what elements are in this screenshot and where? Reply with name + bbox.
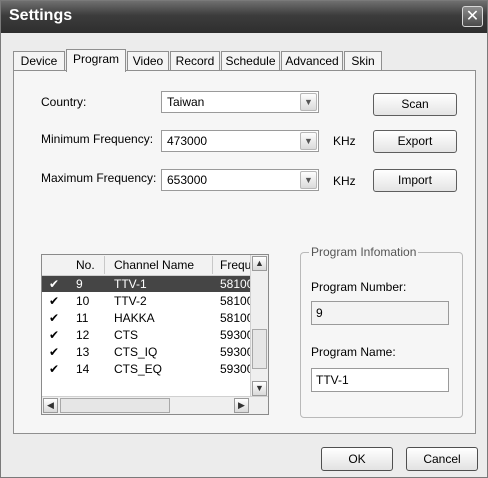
check-icon[interactable]: ✔ <box>49 311 59 325</box>
program-information-group: Program Infomation Program Number: 9 Pro… <box>300 245 463 418</box>
channel-number: 13 <box>76 345 90 359</box>
column-header-channel-name[interactable]: Channel Name <box>114 258 194 272</box>
program-name-input[interactable]: TTV-1 <box>311 368 449 392</box>
list-item[interactable]: ✔ 11 HAKKA 58100 <box>42 310 252 326</box>
chevron-down-icon[interactable]: ▼ <box>300 132 317 150</box>
max-frequency-dropdown[interactable]: 653000 ▼ <box>161 169 319 191</box>
channel-name: HAKKA <box>114 311 155 325</box>
vertical-scrollbar[interactable]: ▲ ▼ <box>250 255 268 398</box>
chevron-down-icon[interactable]: ▼ <box>300 93 317 111</box>
tab-label: Advanced <box>285 54 339 68</box>
max-frequency-label: Maximum Frequency: <box>41 171 157 185</box>
channel-number: 11 <box>76 311 89 325</box>
list-item[interactable]: ✔ 10 TTV-2 58100 <box>42 293 252 309</box>
check-icon[interactable]: ✔ <box>49 328 59 342</box>
country-label: Country: <box>41 95 87 109</box>
vertical-scroll-thumb[interactable] <box>252 329 267 369</box>
scroll-right-icon[interactable]: ▶ <box>234 398 249 413</box>
ok-button[interactable]: OK <box>321 447 393 471</box>
close-button[interactable]: ✕ <box>462 6 483 27</box>
max-frequency-unit: KHz <box>333 174 356 188</box>
country-value: Taiwan <box>167 95 205 109</box>
list-item[interactable]: ✔ 13 CTS_IQ 59300 <box>42 344 252 360</box>
scroll-up-icon[interactable]: ▲ <box>252 256 267 271</box>
tab-label: Device <box>20 54 58 68</box>
program-name-label: Program Name: <box>311 345 396 359</box>
channel-number: 12 <box>76 328 90 342</box>
list-item[interactable]: ✔ 14 CTS_EQ 59300 <box>42 361 252 377</box>
import-button[interactable]: Import <box>373 169 457 192</box>
scan-button[interactable]: Scan <box>373 93 457 116</box>
tab-label: Video <box>132 54 164 68</box>
scroll-down-icon[interactable]: ▼ <box>252 381 267 396</box>
country-dropdown[interactable]: Taiwan ▼ <box>161 91 319 113</box>
chevron-down-icon[interactable]: ▼ <box>300 171 317 189</box>
min-frequency-label: Minimum Frequency: <box>41 132 154 146</box>
channel-frequency: 58100 <box>220 277 252 291</box>
channel-name: TTV-1 <box>114 277 147 291</box>
tab-label: Schedule <box>225 54 276 68</box>
min-frequency-unit: KHz <box>333 134 356 148</box>
scroll-left-icon[interactable]: ◀ <box>43 398 58 413</box>
tab-skin[interactable]: Skin <box>344 51 382 71</box>
channel-number: 10 <box>76 294 90 308</box>
tab-record[interactable]: Record <box>170 51 220 71</box>
close-icon: ✕ <box>465 8 480 25</box>
column-header-frequency[interactable]: Frequ <box>220 258 251 272</box>
min-frequency-value: 473000 <box>167 134 208 148</box>
tab-label: Record <box>175 54 215 68</box>
column-divider[interactable] <box>212 256 213 274</box>
channel-name: TTV-2 <box>114 294 147 308</box>
cancel-button[interactable]: Cancel <box>406 447 478 471</box>
horizontal-scrollbar[interactable]: ◀ ▶ <box>42 396 268 414</box>
tab-program[interactable]: Program <box>66 49 126 72</box>
tab-label: Skin <box>351 54 375 68</box>
tab-video[interactable]: Video <box>127 51 169 71</box>
channel-name: CTS <box>114 328 138 342</box>
channel-name: CTS_EQ <box>114 362 163 376</box>
tab-device[interactable]: Device <box>13 51 65 71</box>
tab-advanced[interactable]: Advanced <box>281 51 343 71</box>
tab-schedule[interactable]: Schedule <box>221 51 280 71</box>
channel-frequency: 59300 <box>220 328 252 342</box>
title-bar[interactable]: Settings ✕ <box>1 1 487 33</box>
channel-number: 9 <box>76 277 83 291</box>
min-frequency-dropdown[interactable]: 473000 ▼ <box>161 130 319 152</box>
list-item[interactable]: ✔ 12 CTS 59300 <box>42 327 252 343</box>
window-title: Settings <box>9 7 73 24</box>
channel-list-header: No. Channel Name Frequ <box>42 255 252 276</box>
channel-frequency: 59300 <box>220 345 252 359</box>
check-icon[interactable]: ✔ <box>49 345 59 359</box>
channel-frequency: 58100 <box>220 311 252 325</box>
tab-label: Program <box>72 52 119 66</box>
list-item[interactable]: ✔ 9 TTV-1 58100 <box>42 276 252 292</box>
column-header-no[interactable]: No. <box>76 258 95 272</box>
group-title: Program Infomation <box>309 245 419 259</box>
export-button[interactable]: Export <box>373 130 457 153</box>
channel-name: CTS_IQ <box>114 345 158 359</box>
program-number-field: 9 <box>311 301 449 325</box>
column-divider[interactable] <box>104 256 105 274</box>
channel-frequency: 59300 <box>220 362 252 376</box>
settings-window: Settings ✕ Device Program Video Record S… <box>0 0 488 478</box>
program-number-label: Program Number: <box>311 280 407 294</box>
channel-number: 14 <box>76 362 90 376</box>
channel-list[interactable]: No. Channel Name Frequ ✔ 9 TTV-1 58100 ✔… <box>41 254 269 415</box>
check-icon[interactable]: ✔ <box>49 294 59 308</box>
channel-frequency: 58100 <box>220 294 252 308</box>
horizontal-scroll-thumb[interactable] <box>60 398 170 413</box>
check-icon[interactable]: ✔ <box>49 362 59 376</box>
check-icon[interactable]: ✔ <box>49 277 59 291</box>
max-frequency-value: 653000 <box>167 173 208 187</box>
